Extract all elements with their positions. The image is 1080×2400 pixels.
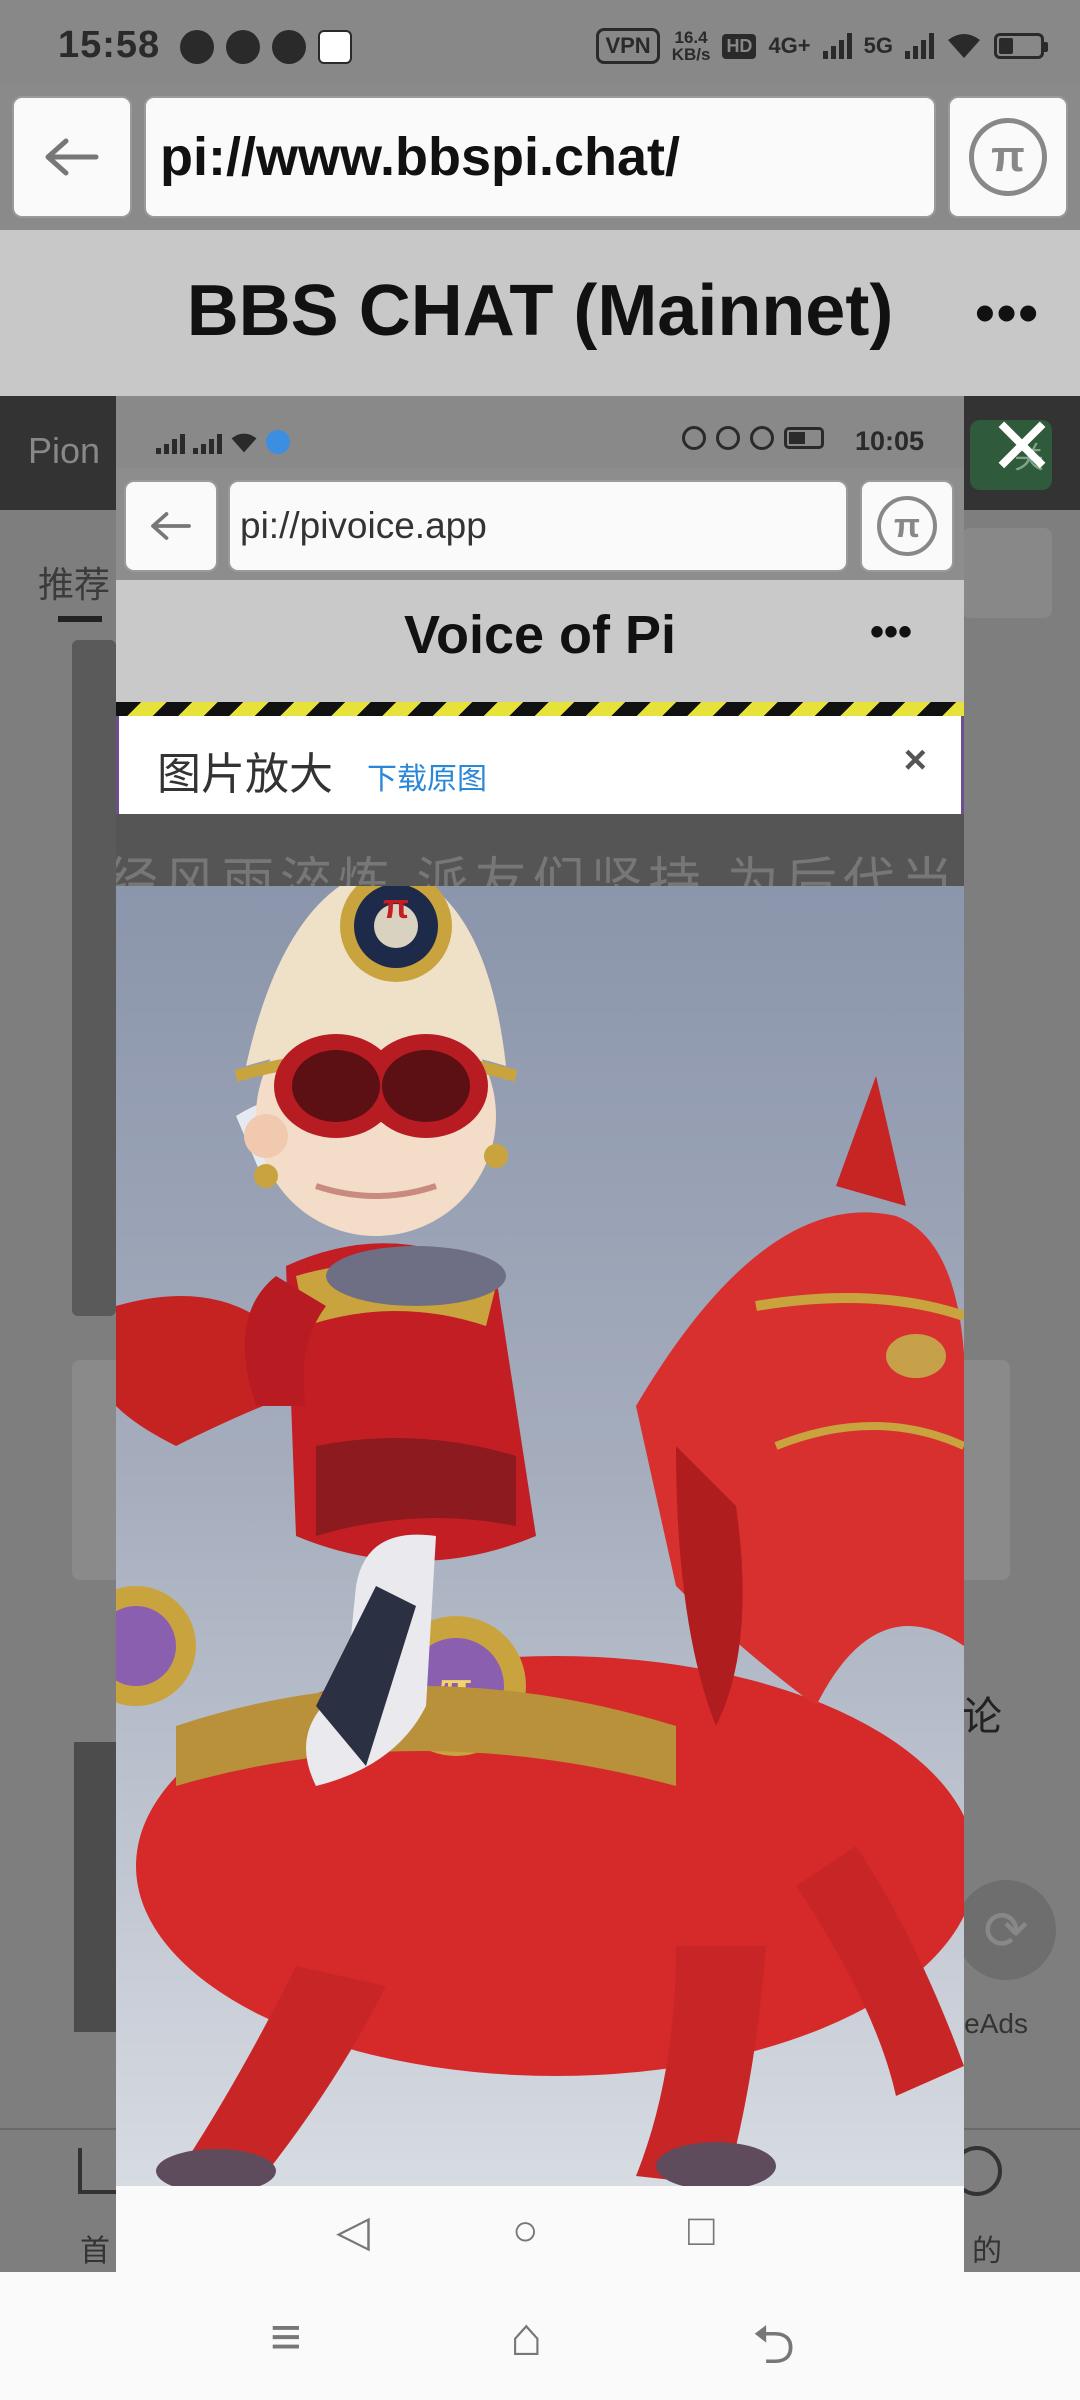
notification-icons — [180, 30, 352, 64]
profile-tab-label: 的 — [972, 2235, 1002, 2268]
battery-icon — [784, 427, 824, 449]
signal-bars-icon — [193, 428, 222, 454]
nav-home-button[interactable]: ⌂ — [510, 2306, 543, 2368]
inner-page-title: Voice of Pi — [403, 605, 677, 665]
paw-notification-icon — [318, 30, 352, 64]
system-navigation-bar: ≡ ⌂ ⮌ — [0, 2272, 1080, 2400]
background-search-box — [962, 528, 1052, 618]
background-card — [72, 640, 116, 1316]
signal-bars-icon — [156, 428, 185, 454]
network-label-4g: 4G+ — [768, 33, 811, 58]
arrow-left-icon — [151, 512, 191, 540]
app-notification-icon — [266, 430, 290, 454]
nav-back-button[interactable]: ⮌ — [752, 2306, 795, 2398]
nav-menu-button[interactable]: ≡ — [270, 2306, 302, 2368]
wifi-icon — [948, 34, 980, 58]
browser-bar: pi://www.bbspi.chat/ π — [0, 84, 1080, 230]
signal-bars-icon — [822, 33, 852, 59]
inner-signal-icons — [156, 428, 290, 454]
network-label-5g: 5G — [863, 33, 893, 58]
inner-system-icons — [682, 426, 824, 450]
inner-url-field[interactable]: pi://pivoice.app — [228, 480, 848, 572]
pi-browser-button[interactable]: π — [948, 96, 1068, 218]
pi-logo-icon: π — [877, 496, 937, 556]
inner-back-button[interactable] — [124, 480, 218, 572]
status-bar: 15:58 VPN 16.4 KB/s HD 4G+ 5G — [0, 0, 1080, 84]
inner-title-bar: Voice of Pi ••• — [116, 580, 964, 702]
inner-nav-recents-button[interactable]: □ — [688, 2206, 715, 2256]
arrow-left-icon — [45, 138, 99, 176]
system-indicators: VPN 16.4 KB/s HD 4G+ 5G — [596, 28, 1048, 64]
inner-more-menu-button[interactable]: ••• — [870, 610, 912, 655]
rider-on-red-horse-illustration: π π — [116, 886, 964, 2186]
key-icon — [682, 426, 706, 450]
more-menu-button[interactable]: ••• — [975, 280, 1040, 345]
dialog-title: 图片放大 — [157, 750, 333, 799]
home-tab-label: 首 — [80, 2235, 110, 2268]
signal-bars-icon — [905, 33, 934, 59]
truncated-caption-strip: 经风雨淬炼 派友们坚持 为后代当 — [116, 814, 964, 886]
dialog-close-button[interactable]: × — [904, 738, 927, 783]
page-title: BBS CHAT (Mainnet) — [186, 271, 894, 351]
hazard-stripe — [116, 702, 964, 716]
inner-pi-browser-button[interactable]: π — [860, 480, 954, 572]
eye-icon — [716, 426, 740, 450]
inner-status-time: 10:05 — [854, 426, 924, 456]
background-ads-label: eAds — [964, 2008, 1028, 2039]
qq-notification-icon — [272, 30, 306, 64]
back-button[interactable] — [12, 96, 132, 218]
wifi-icon — [231, 433, 257, 453]
background-tab-label: 推荐 — [38, 564, 111, 605]
image-zoom-dialog-header: 图片放大 下载原图 × — [116, 716, 964, 814]
alarm-icon — [750, 426, 774, 450]
close-icon[interactable]: ✕ — [986, 407, 1058, 487]
background-username: Pion — [28, 430, 101, 471]
pi-logo-icon: π — [969, 118, 1047, 196]
zoomed-image[interactable]: π π — [116, 886, 964, 2186]
inner-status-bar: 10:05 — [116, 396, 964, 468]
status-time: 15:58 — [58, 24, 161, 66]
camera-notification-icon — [180, 30, 214, 64]
inner-browser-bar: pi://pivoice.app π — [116, 468, 964, 580]
title-bar: BBS CHAT (Mainnet) ••• — [0, 230, 1080, 396]
tab-underline — [58, 616, 102, 622]
inner-navigation-bar: ◁ ○ □ — [116, 2186, 964, 2272]
speedometer-notification-icon — [226, 30, 260, 64]
download-original-link[interactable]: 下载原图 — [367, 754, 487, 798]
inner-nav-home-button[interactable]: ○ — [512, 2206, 539, 2256]
vpn-badge: VPN — [596, 28, 660, 64]
refresh-icon: ⟳ — [956, 1880, 1056, 1980]
hd-badge: HD — [722, 33, 757, 59]
background-comment-label: 论 — [962, 1695, 1002, 1739]
battery-icon — [994, 33, 1048, 59]
embedded-screenshot: 10:05 pi://pivoice.app π Voice of Pi •••… — [116, 396, 964, 2272]
background-card-image — [74, 1742, 118, 2032]
url-field[interactable]: pi://www.bbspi.chat/ — [144, 96, 936, 218]
inner-nav-back-button[interactable]: ◁ — [336, 2206, 370, 2257]
svg-text:π: π — [383, 888, 409, 926]
truncated-caption: 经风雨淬炼 派友们坚持 为后代当 — [116, 854, 959, 886]
network-speed: 16.4 KB/s — [671, 28, 711, 64]
